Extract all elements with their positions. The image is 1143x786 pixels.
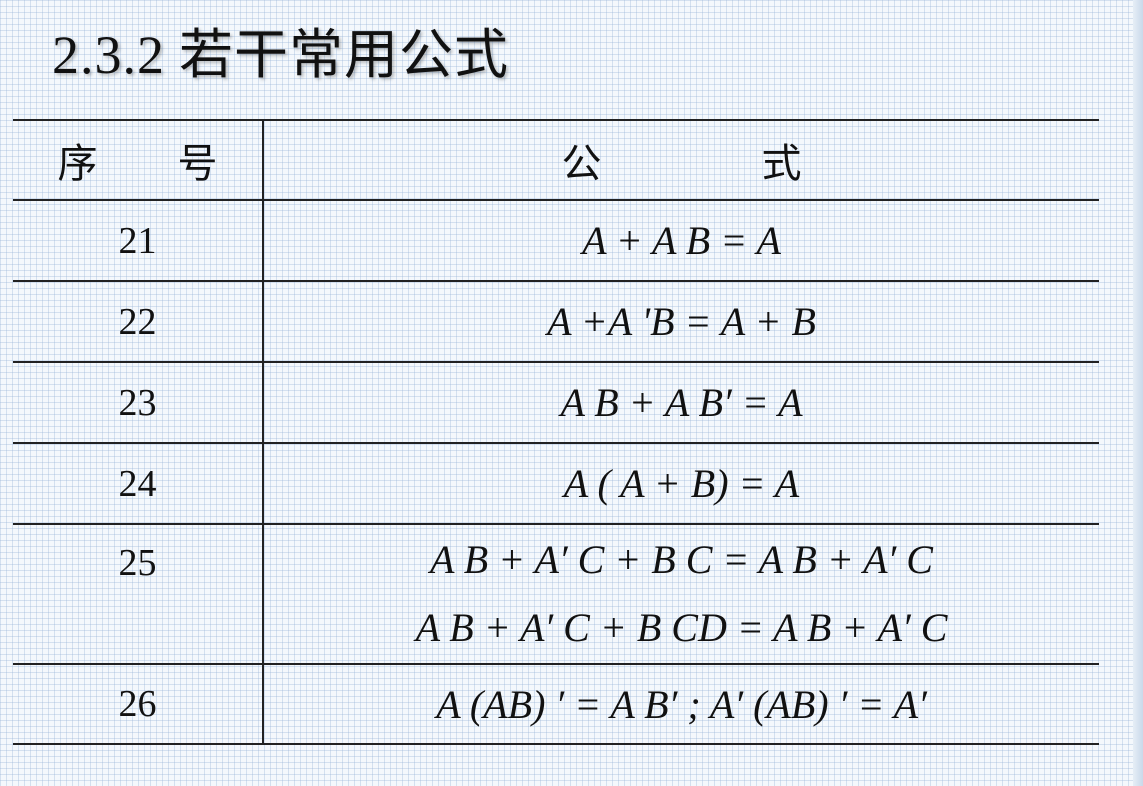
header-formula: 公 式	[561, 141, 802, 187]
row-index: 25	[118, 542, 157, 584]
slide-right-edge	[1133, 0, 1143, 786]
section-number: 2.3.2	[52, 25, 165, 85]
row-index: 22	[118, 300, 157, 343]
row-formula: A B + A′ C + B CD = A B + A′ C	[415, 605, 948, 650]
row-index: 24	[118, 462, 157, 505]
row-formula: A B + A′ C + B C = A B + A′ C	[430, 537, 933, 582]
row-formula-group: A B + A′ C + B C = A B + A′ C A B + A′ C…	[264, 525, 1099, 663]
row-formula: A + A B = A	[582, 218, 781, 263]
table-rule-bottom	[13, 743, 1099, 745]
row-index: 26	[118, 683, 157, 725]
row-formula: A B + A B′ = A	[560, 380, 803, 425]
row-formula: A (AB) ′ = A B′ ; A′ (AB) ′ = A′	[436, 681, 927, 727]
row-formula: A +A 'B = A + B	[547, 299, 816, 344]
slide-title: 2.3.2 若干常用公式	[52, 10, 509, 90]
row-index: 21	[118, 219, 157, 262]
row-index: 23	[118, 381, 157, 424]
row-formula: A ( A + B) = A	[563, 461, 800, 506]
header-index: 序 号	[57, 141, 218, 187]
section-title: 若干常用公式	[179, 23, 509, 86]
